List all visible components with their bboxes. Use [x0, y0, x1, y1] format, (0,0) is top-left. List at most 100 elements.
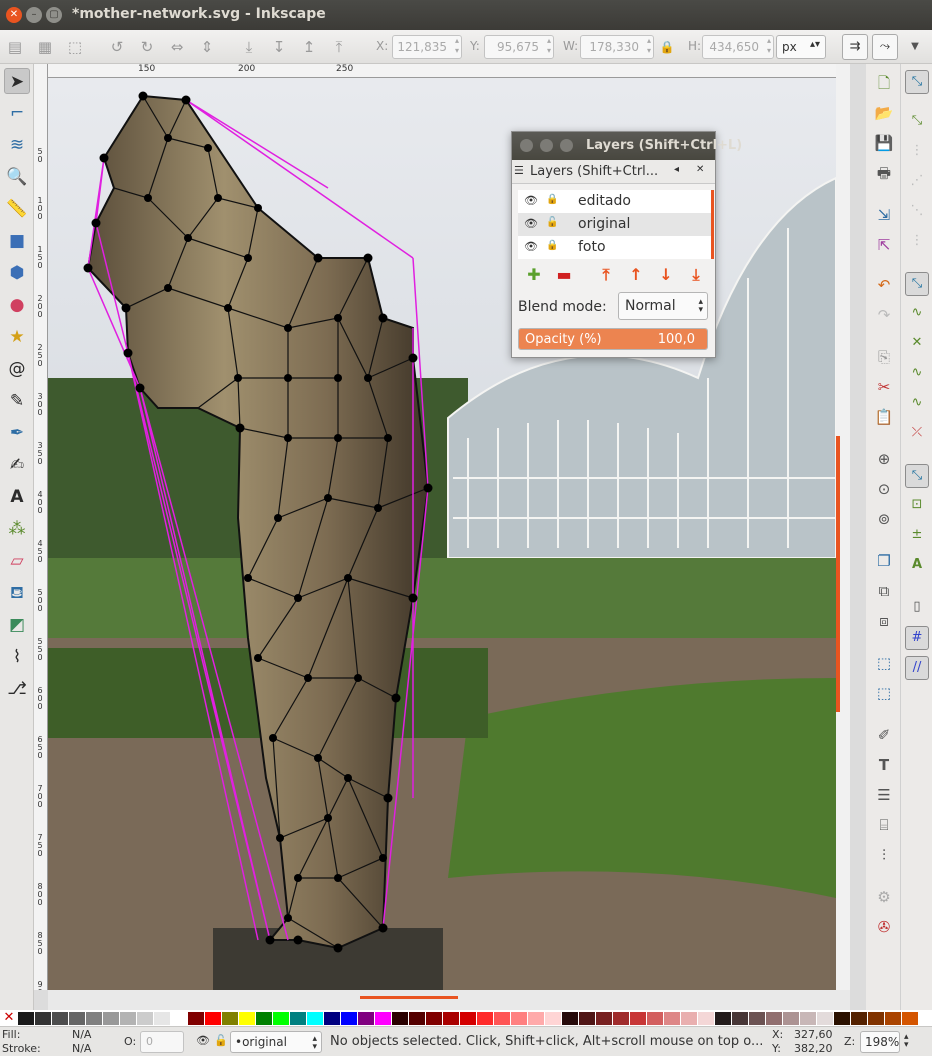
xml-editor-icon[interactable]: ⌸	[873, 814, 895, 836]
snap-midpoints-icon[interactable]: ⤫	[905, 422, 929, 446]
color-swatch[interactable]	[358, 1012, 374, 1025]
x-field[interactable]: 121,835 ▴ ▾	[392, 35, 462, 59]
vertical-scroll-thumb[interactable]	[836, 436, 840, 712]
color-swatch[interactable]	[290, 1012, 306, 1025]
close-window-button[interactable]: ✕	[6, 7, 22, 23]
layer-row-foto[interactable]: 👁 🔒 foto	[518, 236, 711, 259]
snap-toggle-icon[interactable]: ⤡	[905, 70, 929, 94]
color-swatch[interactable]	[460, 1012, 476, 1025]
zoom-tool-icon[interactable]: 🔍	[4, 164, 30, 190]
cut-icon[interactable]: ✂	[873, 376, 895, 398]
color-swatch[interactable]	[562, 1012, 578, 1025]
add-layer-icon[interactable]: ✚	[524, 265, 544, 285]
spiral-tool-icon[interactable]: @	[4, 356, 30, 382]
blend-mode-select[interactable]: Normal ▴ ▾	[618, 292, 708, 320]
opacity-field[interactable]: 0	[140, 1031, 184, 1053]
snap-bbox-corners-icon[interactable]: ⋰	[905, 170, 929, 194]
rotate-cw-icon[interactable]: ↻	[138, 38, 156, 56]
color-swatch[interactable]	[239, 1012, 255, 1025]
color-swatch[interactable]	[171, 1012, 187, 1025]
color-swatch[interactable]	[324, 1012, 340, 1025]
undo-icon[interactable]: ↶	[873, 274, 895, 296]
opacity-slider[interactable]: Opacity (%) 100,0	[518, 328, 708, 350]
horizontal-scroll-thumb[interactable]	[360, 996, 458, 999]
redo-icon[interactable]: ↷	[873, 304, 895, 326]
tweak-tool-icon[interactable]: ≋	[4, 132, 30, 158]
snap-rotation-center-icon[interactable]: ±	[905, 524, 929, 548]
tab-close-icon[interactable]: ✕	[696, 164, 704, 175]
zoom-drawing-icon[interactable]: ⊙	[873, 478, 895, 500]
lock-closed-icon[interactable]: 🔒	[546, 194, 558, 205]
color-swatch[interactable]	[35, 1012, 51, 1025]
snap-smooth-nodes-icon[interactable]: ∿	[905, 392, 929, 416]
snap-bbox-midpoints-icon[interactable]: ⋱	[905, 200, 929, 224]
color-swatch[interactable]	[698, 1012, 714, 1025]
fill-stroke-icon[interactable]: ✐	[873, 724, 895, 746]
measure-tool-icon[interactable]: 📏	[4, 196, 30, 222]
snap-text-baseline-icon[interactable]: A	[905, 554, 929, 578]
select-all-layers-icon[interactable]: ▦	[36, 38, 54, 56]
duplicate-icon[interactable]: ❐	[873, 550, 895, 572]
unlink-clone-icon[interactable]: ⧈	[873, 610, 895, 632]
raise-layer-icon[interactable]: ↑	[626, 265, 646, 285]
zoom-spin-icon[interactable]: ▴ ▾	[904, 1033, 909, 1050]
drawing-canvas[interactable]	[48, 78, 836, 990]
select-all-icon[interactable]: ▤	[6, 38, 24, 56]
color-swatch[interactable]	[426, 1012, 442, 1025]
rotate-ccw-icon[interactable]: ↺	[108, 38, 126, 56]
fill-value[interactable]: N/A	[72, 1028, 91, 1041]
snap-intersections-icon[interactable]: ✕	[905, 332, 929, 356]
snap-bbox-edges-icon[interactable]: ⋮	[905, 140, 929, 164]
color-swatch[interactable]	[783, 1012, 799, 1025]
transform-corners-button[interactable]: ⤳	[872, 34, 898, 60]
flip-vertical-icon[interactable]: ⇕	[198, 38, 216, 56]
spray-tool-icon[interactable]: ⁂	[4, 516, 30, 542]
layer-row-editado[interactable]: 👁 🔒 editado	[518, 190, 711, 213]
color-swatch[interactable]	[817, 1012, 833, 1025]
snap-paths-icon[interactable]: ∿	[905, 302, 929, 326]
lower-to-bottom-icon[interactable]: ⤓	[686, 265, 706, 285]
clone-icon[interactable]: ⧉	[873, 580, 895, 602]
print-icon[interactable]: 🖶	[873, 162, 895, 184]
paste-icon[interactable]: 📋	[873, 406, 895, 428]
color-swatch[interactable]	[205, 1012, 221, 1025]
dialog-minimize-icon[interactable]	[540, 139, 553, 152]
color-swatch[interactable]	[18, 1012, 34, 1025]
color-swatch[interactable]	[86, 1012, 102, 1025]
color-swatch[interactable]	[647, 1012, 663, 1025]
color-swatch[interactable]	[375, 1012, 391, 1025]
flip-horizontal-icon[interactable]: ⇔	[168, 38, 186, 56]
export-icon[interactable]: ⇱	[873, 234, 895, 256]
zoom-field[interactable]: 198%	[860, 1031, 900, 1053]
layer-visibility-icon[interactable]: 👁	[196, 1034, 210, 1047]
color-swatch[interactable]	[885, 1012, 901, 1025]
save-icon[interactable]: 💾	[873, 132, 895, 154]
open-icon[interactable]: 📂	[873, 102, 895, 124]
visibility-eye-icon[interactable]: 👁	[524, 217, 538, 230]
paint-bucket-tool-icon[interactable]: ⛾	[4, 580, 30, 606]
snap-object-centers-icon[interactable]: ⊡	[905, 494, 929, 518]
zoom-page-icon[interactable]: ⊚	[873, 508, 895, 530]
color-swatch[interactable]	[120, 1012, 136, 1025]
color-swatch[interactable]	[851, 1012, 867, 1025]
ellipse-tool-icon[interactable]: ●	[4, 292, 30, 318]
width-field[interactable]: 178,330 ▴ ▾	[580, 35, 654, 59]
snap-others-icon[interactable]: ⤡	[905, 464, 929, 488]
color-swatch[interactable]	[511, 1012, 527, 1025]
raise-to-top-icon[interactable]: ⤒	[330, 38, 348, 56]
rectangle-tool-icon[interactable]: ■	[4, 228, 30, 254]
lock-closed-icon[interactable]: 🔒	[546, 240, 558, 251]
align-distribute-icon[interactable]: ⫶	[873, 844, 895, 866]
color-swatch[interactable]	[834, 1012, 850, 1025]
y-field[interactable]: 95,675 ▴ ▾	[484, 35, 554, 59]
color-swatch[interactable]	[749, 1012, 765, 1025]
no-paint-swatch[interactable]: ✕	[2, 1011, 16, 1025]
height-field[interactable]: 434,650 ▴ ▾	[702, 35, 774, 59]
color-swatch[interactable]	[443, 1012, 459, 1025]
color-swatch[interactable]	[392, 1012, 408, 1025]
snap-cusp-nodes-icon[interactable]: ∿	[905, 362, 929, 386]
color-swatch[interactable]	[596, 1012, 612, 1025]
dialog-maximize-icon[interactable]	[560, 139, 573, 152]
layers-icon[interactable]: ☰	[873, 784, 895, 806]
layer-row-original[interactable]: 👁 🔓 original	[518, 213, 711, 236]
